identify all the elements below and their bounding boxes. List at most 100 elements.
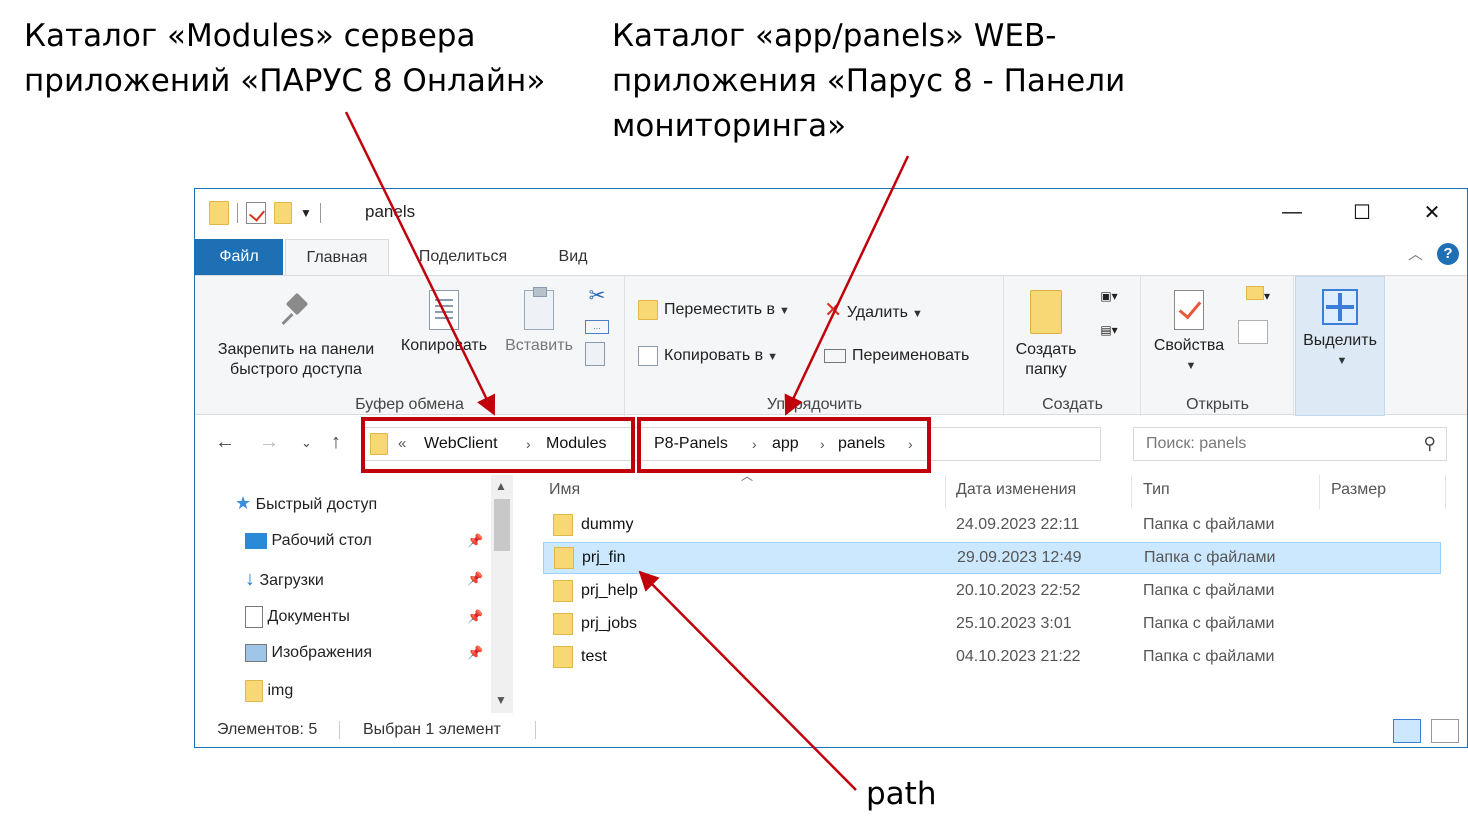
tab-share[interactable]: Поделиться xyxy=(407,239,519,275)
column-divider[interactable] xyxy=(1445,475,1446,509)
tab-file[interactable]: Файл xyxy=(195,239,283,275)
sidebar-item-label: Документы xyxy=(267,608,350,625)
divider xyxy=(319,203,321,223)
chevron-down-icon: ▼ xyxy=(767,351,778,363)
folder-icon xyxy=(553,514,573,536)
sidebar-item-pictures[interactable]: Изображения xyxy=(245,641,372,665)
copy-path-icon[interactable]: … xyxy=(585,320,609,334)
download-icon: ↓ xyxy=(245,568,255,590)
easy-access-icon[interactable]: ▤▾ xyxy=(1091,320,1127,340)
open-group: Свойства ▼ ▾ Открыть xyxy=(1142,276,1294,416)
annotation-path: path xyxy=(866,776,937,812)
table-row[interactable]: test 04.10.2023 21:22 Папка с файлами xyxy=(543,641,1441,673)
properties-button[interactable]: Свойства ▼ xyxy=(1146,290,1232,376)
scroll-thumb[interactable] xyxy=(494,499,510,551)
explorer-window: ▼ panels — ☐ ✕ Файл Главная Поделиться В… xyxy=(194,188,1468,748)
recent-locations-icon[interactable]: ⌄ xyxy=(301,435,312,451)
new-folder-icon xyxy=(1030,290,1062,334)
table-row[interactable]: prj_jobs 25.10.2023 3:01 Папка с файлами xyxy=(543,608,1441,640)
details-view-icon[interactable] xyxy=(1393,719,1421,743)
new-item-icon[interactable]: ▣▾ xyxy=(1091,286,1127,306)
column-header-date[interactable]: Дата изменения xyxy=(956,481,1076,499)
paste-shortcut-icon[interactable] xyxy=(585,342,605,366)
folder-icon xyxy=(553,580,573,602)
back-icon[interactable]: ← xyxy=(215,431,235,454)
forward-icon[interactable]: → xyxy=(259,431,279,454)
column-header-name[interactable]: Имя xyxy=(549,481,580,499)
copy-to-button[interactable]: Копировать в ▼ xyxy=(638,344,778,369)
minimize-button[interactable]: — xyxy=(1257,189,1327,235)
divider xyxy=(535,721,536,739)
sidebar-scrollbar[interactable]: ▲ ▼ xyxy=(491,475,513,713)
window-controls: — ☐ ✕ xyxy=(1257,189,1467,235)
sidebar-item-quick-access[interactable]: ★ Быстрый доступ xyxy=(235,491,377,517)
column-divider[interactable] xyxy=(1131,475,1132,509)
divider xyxy=(339,721,340,739)
tab-home[interactable]: Главная xyxy=(285,239,389,275)
large-icons-view-icon[interactable] xyxy=(1431,719,1459,743)
selection-status: Выбран 1 элемент xyxy=(363,721,501,738)
scroll-up-icon[interactable]: ▲ xyxy=(495,479,507,493)
rename-button[interactable]: Переименовать xyxy=(824,344,969,368)
file-type: Папка с файлами xyxy=(1144,549,1276,566)
chevron-down-icon: ▼ xyxy=(1185,360,1197,372)
column-divider[interactable] xyxy=(1319,475,1320,509)
delete-button[interactable]: ✕ Удалить ▼ xyxy=(824,298,923,326)
pin-label-line1: Закрепить на панели xyxy=(217,341,375,358)
scroll-down-icon[interactable]: ▼ xyxy=(495,693,507,707)
sidebar-item-documents[interactable]: Документы xyxy=(245,605,350,629)
help-icon[interactable]: ? xyxy=(1437,243,1459,265)
file-name: prj_fin xyxy=(582,549,626,566)
collapse-ribbon-icon[interactable]: ︿ xyxy=(1408,243,1423,264)
copy-button[interactable]: Копировать xyxy=(393,290,495,356)
properties-qat-icon[interactable] xyxy=(246,202,266,224)
select-button[interactable]: Выделить ▼ xyxy=(1298,289,1382,371)
item-count: Элементов: 5 xyxy=(217,721,318,738)
edit-icon[interactable] xyxy=(1238,320,1268,344)
search-input[interactable]: Поиск: panels ⚲ xyxy=(1133,427,1447,461)
delete-icon: ✕ xyxy=(824,297,843,322)
annotation-panels-line2: приложения «Парус 8 - Панели xyxy=(612,63,1126,99)
documents-icon xyxy=(245,605,263,628)
folder-icon xyxy=(554,547,574,569)
file-list: ︿ Имя Дата изменения Тип Размер dummy 24… xyxy=(535,469,1459,713)
maximize-button[interactable]: ☐ xyxy=(1327,189,1397,235)
sidebar-item-downloads[interactable]: ↓ Загрузки xyxy=(245,567,324,593)
status-bar: Элементов: 5 Выбран 1 элемент xyxy=(195,713,1467,747)
new-folder-qat-icon[interactable] xyxy=(274,202,292,224)
table-row-selected[interactable]: prj_fin 29.09.2023 12:49 Папка с файлами xyxy=(543,542,1441,574)
column-header-type[interactable]: Тип xyxy=(1143,481,1170,499)
select-label: Выделить xyxy=(1303,332,1377,349)
file-name: prj_help xyxy=(581,582,638,599)
open-icon[interactable]: ▾ xyxy=(1238,286,1278,306)
up-icon[interactable]: ↑ xyxy=(331,431,341,454)
pin-icon[interactable]: 📌 xyxy=(467,609,483,625)
paste-button[interactable]: Вставить xyxy=(499,287,579,356)
customize-qat-dropdown-icon[interactable]: ▼ xyxy=(300,206,312,220)
move-to-icon xyxy=(638,299,658,320)
tab-view[interactable]: Вид xyxy=(535,239,611,275)
column-divider[interactable] xyxy=(945,475,946,509)
sort-ascending-icon: ︿ xyxy=(741,469,754,483)
table-row[interactable]: dummy 24.09.2023 22:11 Папка с файлами xyxy=(543,509,1441,541)
pin-icon[interactable]: 📌 xyxy=(467,533,483,549)
pin-quick-access-button[interactable]: Закрепить на панели быстрого доступа xyxy=(205,290,387,380)
close-button[interactable]: ✕ xyxy=(1397,189,1467,235)
table-row[interactable]: prj_help 20.10.2023 22:52 Папка с файлам… xyxy=(543,575,1441,607)
cut-icon[interactable]: ✂ xyxy=(585,286,609,306)
column-header-size[interactable]: Размер xyxy=(1331,481,1386,499)
annotation-modules: Каталог «Modules» сервера приложений «ПА… xyxy=(24,14,545,104)
desktop-icon xyxy=(245,532,267,549)
sidebar-item-label: Изображения xyxy=(271,644,373,661)
new-folder-button[interactable]: Создать папку xyxy=(1009,290,1083,380)
highlight-panels-path xyxy=(637,417,931,473)
move-to-button[interactable]: Переместить в ▼ xyxy=(638,298,790,323)
create-group: Создать папку ▣▾ ▤▾ Создать xyxy=(1005,276,1141,416)
search-icon[interactable]: ⚲ xyxy=(1424,428,1436,460)
sidebar-item-desktop[interactable]: Рабочий стол xyxy=(245,529,372,553)
pin-icon[interactable]: 📌 xyxy=(467,571,483,587)
pin-icon[interactable]: 📌 xyxy=(467,645,483,661)
pin-icon xyxy=(278,290,314,334)
file-date: 29.09.2023 12:49 xyxy=(957,549,1082,566)
sidebar-item-img[interactable]: img xyxy=(245,679,293,703)
